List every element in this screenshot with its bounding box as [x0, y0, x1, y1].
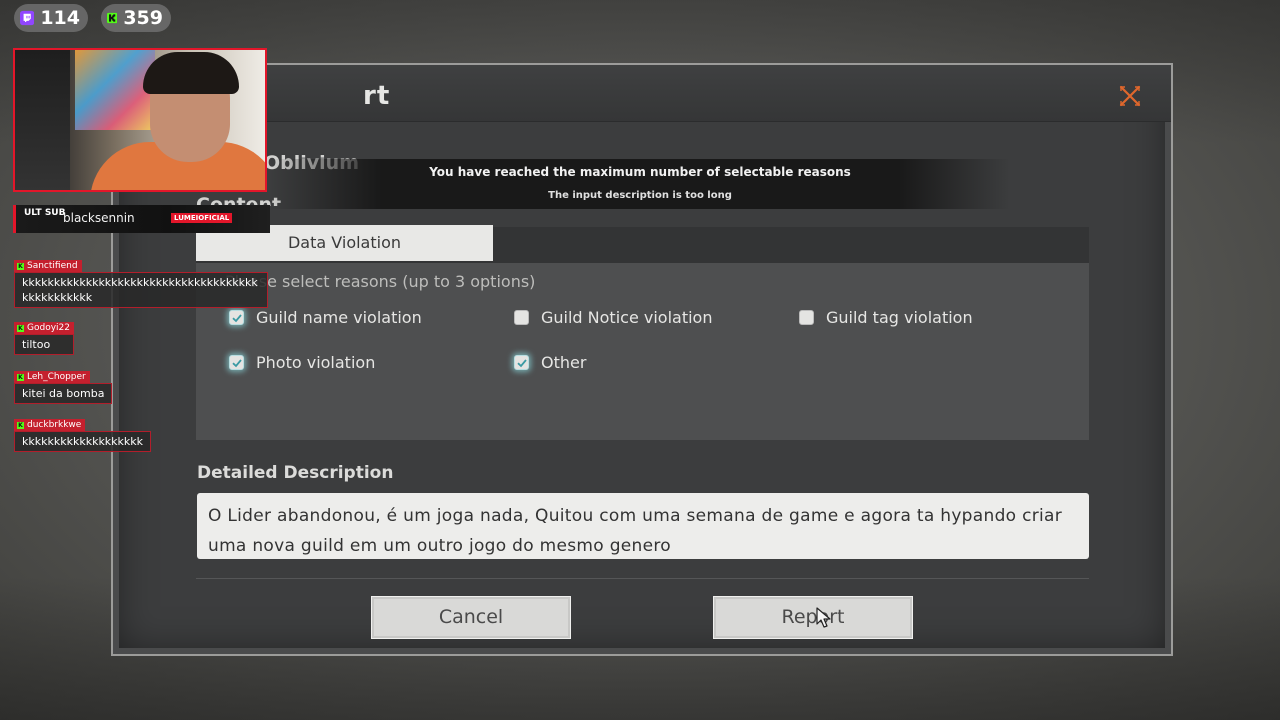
banner-logo: ULT SUB: [24, 208, 66, 218]
reasons-hint: Please select reasons (up to 3 options): [225, 272, 536, 291]
warning-toast: You have reached the maximum number of s…: [270, 159, 1010, 209]
kick-badge-icon: K: [17, 263, 24, 270]
banner-tag: LUMEIOFICIAL: [171, 213, 233, 223]
chat-message: K Godoyi22 tiltoo: [14, 315, 74, 355]
toast-description-too-long: The input description is too long: [548, 190, 732, 201]
chat-text: kitei da bomba: [14, 383, 113, 404]
chat-text: kkkkkkkkkkkkkkkkkkkkkkkkkkkkkkkkkkkkk kk…: [14, 272, 268, 308]
close-icon: [1119, 85, 1141, 107]
dialog-header: rt: [113, 65, 1171, 122]
chat-text: tiltoo: [14, 334, 74, 355]
close-button[interactable]: [1117, 83, 1143, 109]
toast-max-reasons: You have reached the maximum number of s…: [429, 165, 851, 179]
twitch-icon: [20, 10, 35, 26]
checkbox-unchecked-icon: [799, 310, 814, 325]
chat-username: K Sanctifiend: [14, 260, 82, 272]
reason-guild-notice[interactable]: Guild Notice violation: [514, 308, 712, 327]
chat-username: K Leh_Chopper: [14, 371, 90, 383]
streamer-banner: ULT SUB blacksennin LUMEIOFICIAL: [13, 205, 270, 233]
reason-guild-tag[interactable]: Guild tag violation: [799, 308, 973, 327]
reason-label: Photo violation: [256, 353, 376, 372]
streamer-name: blacksennin: [63, 211, 135, 225]
chat-username: Kduckbrkkwe: [14, 419, 86, 431]
dialog-title: rt: [363, 81, 391, 111]
description-title: Detailed Description: [197, 463, 394, 483]
twitch-count: 114: [40, 7, 80, 29]
webcam-feed: [13, 48, 267, 192]
chat-message: K Leh_Chopper kitei da bomba: [14, 364, 113, 404]
kick-icon: [107, 12, 118, 24]
twitch-viewer-count: 114: [14, 4, 88, 32]
mouse-cursor-icon: [816, 607, 831, 628]
checkbox-unchecked-icon: [514, 310, 529, 325]
checkbox-checked-icon: [229, 310, 244, 325]
cancel-button[interactable]: Cancel: [371, 596, 571, 639]
reason-label: Guild Notice violation: [541, 308, 713, 327]
kick-viewer-count: 359: [101, 4, 171, 32]
kick-count: 359: [123, 7, 163, 29]
reason-photo[interactable]: Photo violation: [229, 353, 375, 372]
kick-badge-icon: K: [17, 374, 24, 381]
chat-username: K Godoyi22: [14, 322, 74, 334]
reason-other[interactable]: Other: [514, 353, 586, 372]
checkbox-checked-icon: [229, 355, 244, 370]
report-button[interactable]: Report: [713, 596, 913, 639]
reason-guild-name[interactable]: Guild name violation: [229, 308, 422, 327]
chat-message: Kduckbrkkwe kkkkkkkkkkkkkkkkkkk: [14, 412, 152, 452]
reason-label: Guild name violation: [256, 308, 422, 327]
description-input[interactable]: O Lider abandonou, é um joga nada, Quito…: [197, 493, 1089, 559]
checkbox-checked-icon: [514, 355, 529, 370]
reason-label: Guild tag violation: [826, 308, 973, 327]
kick-badge-icon: K: [17, 325, 24, 332]
chat-text: kkkkkkkkkkkkkkkkkkk: [14, 431, 152, 452]
divider: [196, 578, 1089, 579]
reason-label: Other: [541, 353, 587, 372]
kick-badge-icon: K: [17, 422, 24, 429]
chat-message: K Sanctifiend kkkkkkkkkkkkkkkkkkkkkkkkkkk…: [14, 253, 268, 308]
